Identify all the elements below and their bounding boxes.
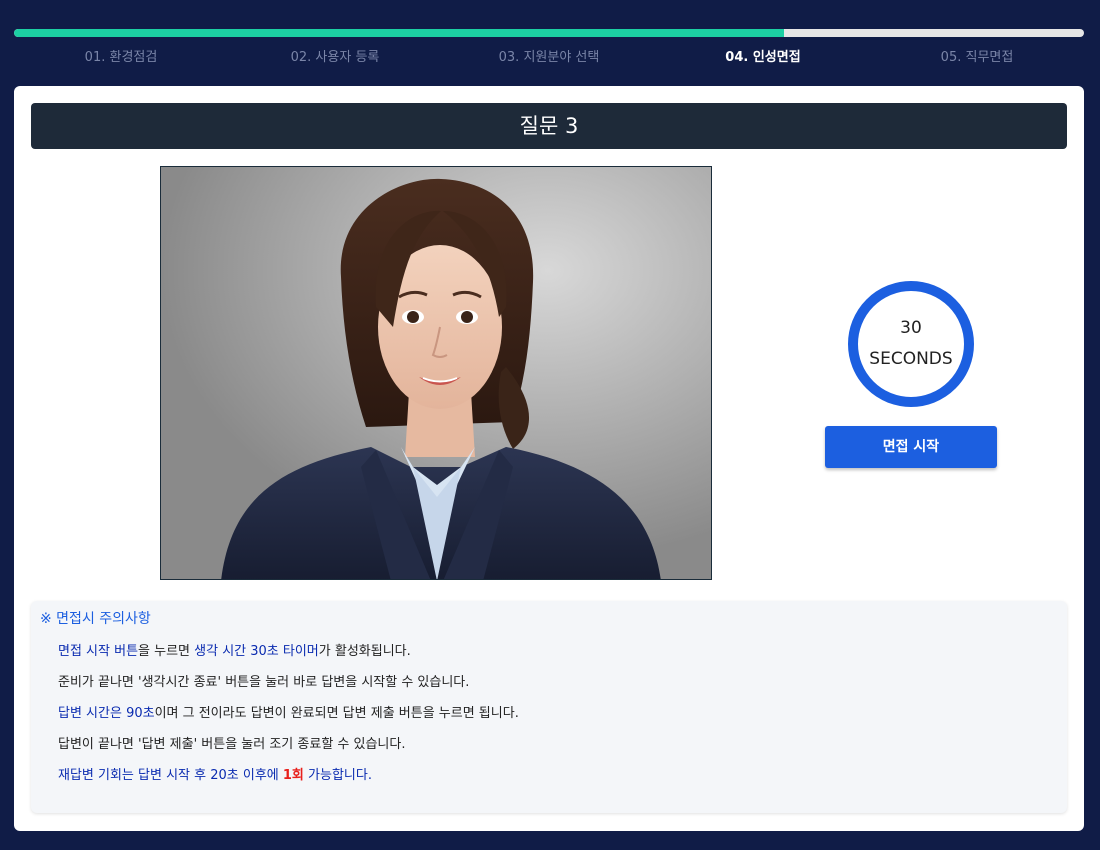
note-highlight: 가능합니다. (303, 768, 372, 783)
note-text: 이며 그 전이라도 답변이 완료되면 답변 제출 버튼을 누르면 됩니다. (154, 706, 519, 721)
candidate-portrait (161, 167, 711, 579)
progress-fill (14, 29, 785, 37)
note-item: 준비가 끝나면 '생각시간 종료' 버튼을 눌러 바로 답변을 시작할 수 있습… (58, 675, 470, 690)
step-nav: 01. 환경점검 02. 사용자 등록 03. 지원분야 선택 04. 인성면접… (14, 46, 1084, 70)
start-interview-button[interactable]: 면접 시작 (825, 426, 997, 468)
step-user-registration: 02. 사용자 등록 (290, 50, 380, 65)
timer-unit: SECONDS (869, 349, 953, 369)
question-title: 질문 3 (31, 103, 1067, 149)
progress-bar (14, 29, 1084, 37)
timer-value: 30 (900, 318, 922, 338)
note-highlight: 면접 시작 버튼 (58, 644, 139, 659)
notes-list: 면접 시작 버튼을 누르면 생각 시간 30초 타이머가 활성화됩니다. 준비가… (58, 641, 1048, 796)
step-job-interview: 05. 직무면접 (940, 50, 1014, 65)
note-highlight: 생각 시간 30초 타이머 (194, 644, 319, 659)
interview-card: 질문 3 30 SECONDS 면접 시작 ※ 면접시 주의사항 면접 시작 버… (14, 86, 1084, 831)
notes-title: ※ 면접시 주의사항 (40, 611, 151, 627)
note-item: 답변 시간은 90초이며 그 전이라도 답변이 완료되면 답변 제출 버튼을 누… (58, 703, 1048, 734)
note-item: 재답변 기회는 답변 시작 후 20초 이후에 1회 가능합니다. (58, 765, 1048, 796)
note-text: 을 누르면 (138, 644, 195, 659)
note-item: 면접 시작 버튼을 누르면 생각 시간 30초 타이머가 활성화됩니다. (58, 641, 1048, 672)
note-text: 가 활성화됩니다. (318, 644, 411, 659)
note-item: 답변이 끝나면 '답변 제출' 버튼을 눌러 조기 종료할 수 있습니다. (58, 737, 406, 752)
candidate-video (160, 166, 712, 580)
countdown-timer: 30 SECONDS (848, 281, 974, 407)
step-environment-check: 01. 환경점검 (84, 50, 158, 65)
interview-notes: ※ 면접시 주의사항 면접 시작 버튼을 누르면 생각 시간 30초 타이머가 … (31, 601, 1067, 813)
note-highlight: 답변 시간은 90초 (58, 706, 155, 721)
step-personality-interview: 04. 인성면접 (725, 50, 801, 65)
note-warning: 1회 (282, 768, 304, 783)
step-field-selection: 03. 지원분야 선택 (498, 50, 600, 65)
note-highlight: 재답변 기회는 답변 시작 후 20초 이후에 (58, 768, 283, 783)
